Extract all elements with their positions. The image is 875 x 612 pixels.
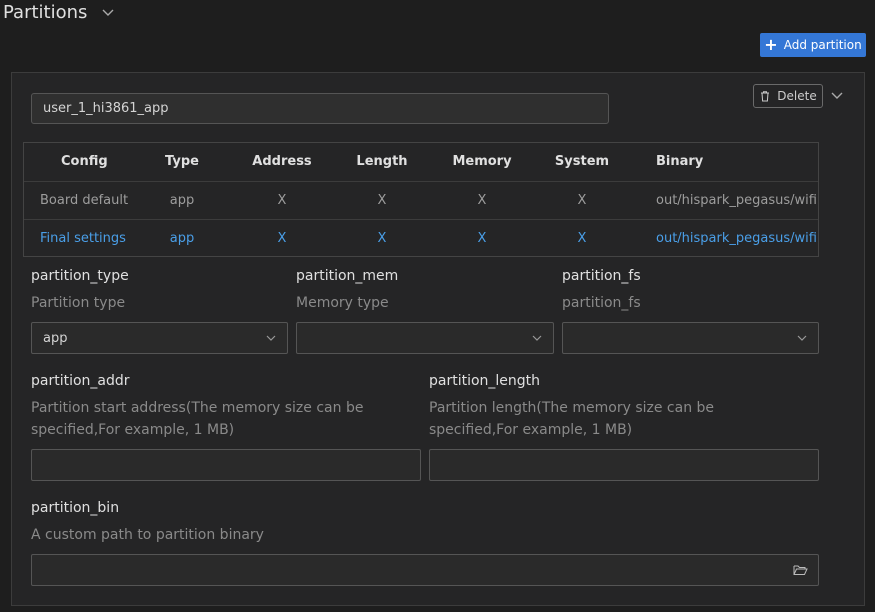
partition-length-label: partition_length xyxy=(429,373,541,389)
add-partition-button[interactable]: + Add partition xyxy=(760,33,866,57)
cell-system: X xyxy=(577,230,587,246)
partition-bin-desc: A custom path to partition binary xyxy=(31,527,264,543)
column-header-config: Config xyxy=(24,143,140,182)
cell-address: X xyxy=(277,230,287,246)
table-row: Final settings app X X X X out/hispark_p… xyxy=(24,219,818,256)
partition-fs-desc: partition_fs xyxy=(562,295,641,311)
table-header-row: Config Type Address Length Memory System… xyxy=(24,143,818,182)
plus-icon: + xyxy=(764,35,778,54)
cell-length: X xyxy=(340,181,424,220)
partition-length-desc: Partition length(The memory size can be … xyxy=(429,400,715,438)
cell-binary: out/hispark_pegasus/wifiiot_hispark_ xyxy=(624,181,818,220)
cell-binary: out/hispark_pegasus/wifiiot_hispark_ xyxy=(656,230,818,246)
chevron-down-icon xyxy=(797,335,807,341)
column-header-system: System xyxy=(540,143,624,182)
column-header-length: Length xyxy=(340,143,424,182)
cell-type: app xyxy=(140,181,224,220)
cell-config: Final settings xyxy=(40,230,126,246)
delete-button[interactable]: Delete xyxy=(753,84,823,108)
partition-addr-desc: Partition start address(The memory size … xyxy=(31,400,364,438)
partition-bin-label: partition_bin xyxy=(31,500,120,516)
column-header-binary: Binary xyxy=(624,143,818,182)
add-partition-label: Add partition xyxy=(783,38,862,52)
table-row: Board default app X X X X out/hispark_pe… xyxy=(24,181,818,220)
column-header-type: Type xyxy=(140,143,224,182)
folder-open-icon[interactable] xyxy=(793,563,808,577)
cell-system: X xyxy=(540,181,624,220)
partition-addr-label: partition_addr xyxy=(31,373,130,389)
chevron-down-icon xyxy=(532,335,542,341)
partition-fs-label: partition_fs xyxy=(562,268,641,284)
partition-mem-select[interactable] xyxy=(296,322,554,354)
config-table-container: Config Type Address Length Memory System… xyxy=(23,142,819,257)
partition-addr-input[interactable] xyxy=(31,449,421,481)
partition-mem-desc: Memory type xyxy=(296,295,389,311)
delete-label: Delete xyxy=(777,89,817,103)
cell-address: X xyxy=(224,181,340,220)
partition-mem-label: partition_mem xyxy=(296,268,399,284)
cell-config: Board default xyxy=(24,181,140,220)
column-header-memory: Memory xyxy=(424,143,540,182)
partition-name-input[interactable]: user_1_hi3861_app xyxy=(31,93,609,124)
chevron-down-icon xyxy=(266,335,276,341)
partition-name-value: user_1_hi3861_app xyxy=(43,101,169,116)
partition-bin-input[interactable] xyxy=(31,554,819,586)
section-header[interactable]: Partitions xyxy=(3,2,115,23)
chevron-down-icon[interactable] xyxy=(830,89,844,103)
chevron-down-icon[interactable] xyxy=(101,6,115,20)
partition-length-input[interactable] xyxy=(429,449,819,481)
column-header-address: Address xyxy=(224,143,340,182)
page-title: Partitions xyxy=(3,2,88,23)
cell-length: X xyxy=(377,230,387,246)
partition-fs-select[interactable] xyxy=(562,322,819,354)
cell-memory: X xyxy=(477,230,487,246)
partition-type-value: app xyxy=(43,330,68,346)
partition-type-desc: Partition type xyxy=(31,295,126,311)
config-table: Config Type Address Length Memory System… xyxy=(24,143,818,256)
cell-type: app xyxy=(169,230,195,246)
partitions-page: Partitions + Add partition user_1_hi3861… xyxy=(0,0,875,612)
partition-type-select[interactable]: app xyxy=(31,322,288,354)
cell-memory: X xyxy=(424,181,540,220)
trash-icon xyxy=(761,91,770,102)
partition-type-label: partition_type xyxy=(31,268,129,284)
